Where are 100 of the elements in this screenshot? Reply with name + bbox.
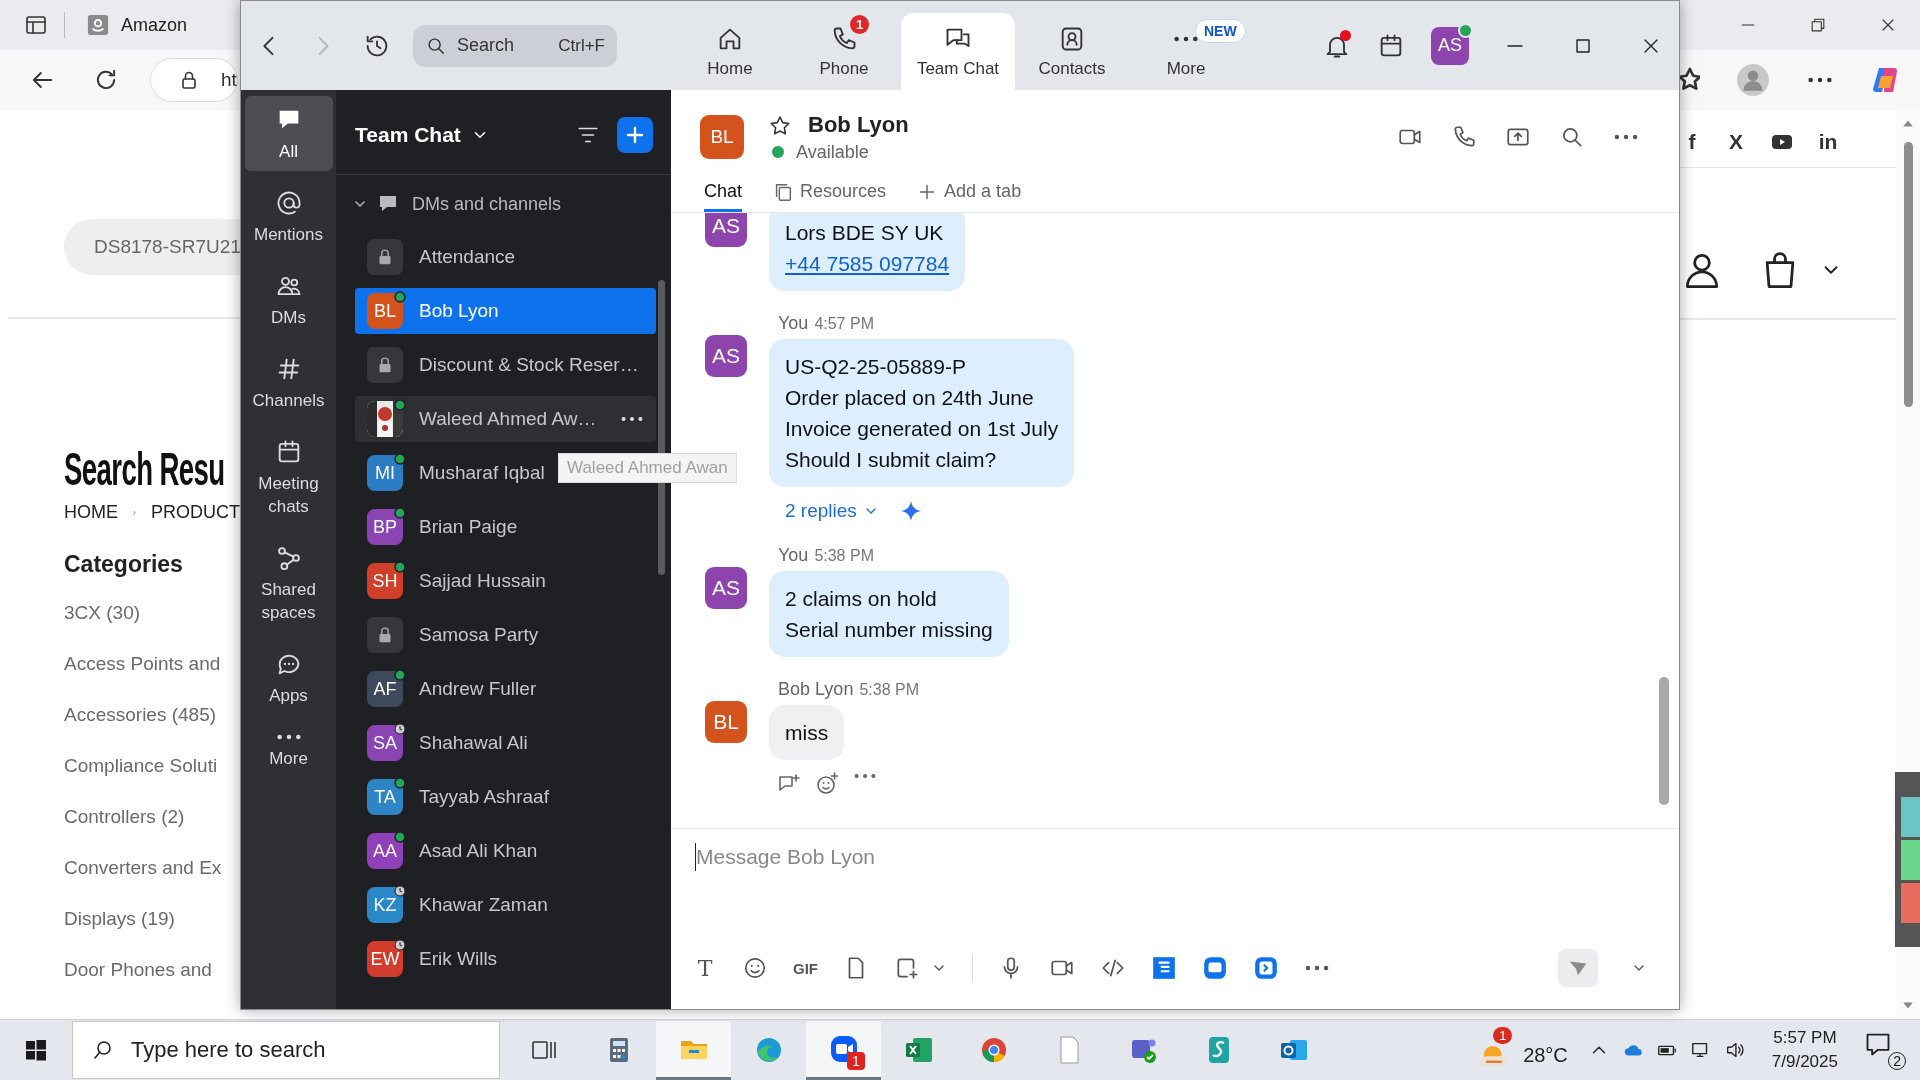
start-icon[interactable]: [24, 1038, 48, 1062]
search-field[interactable]: Search Ctrl+F: [413, 24, 617, 67]
chat-list-item[interactable]: Samosa Party: [355, 612, 656, 658]
chat-list-item[interactable]: Waleed Ahmed Aw…: [355, 396, 656, 442]
chat-list-item[interactable]: SA Shahawal Ali: [355, 720, 656, 766]
add-reaction-icon[interactable]: [815, 772, 839, 796]
nav-tab[interactable]: NEW More: [1129, 13, 1243, 90]
more-icon: [1172, 34, 1200, 43]
section-header[interactable]: DMs and channels: [336, 175, 671, 230]
nav-tab[interactable]: Contacts: [1015, 13, 1129, 90]
avatar: MI: [367, 455, 403, 491]
chat-list-item[interactable]: BP Brian Paige: [355, 504, 656, 550]
gif-button[interactable]: GIF: [793, 959, 818, 977]
category-link[interactable]: Access Points and: [64, 653, 240, 704]
more-icon[interactable]: [1304, 964, 1330, 972]
rail-item[interactable]: Channels: [244, 345, 333, 420]
timestamp: 5:38 PM: [814, 547, 874, 565]
avatar: AS: [705, 567, 747, 609]
star-icon[interactable]: [1678, 67, 1700, 93]
status-text: Available: [796, 141, 869, 163]
category-link[interactable]: Controllers (2): [64, 806, 240, 857]
category-link[interactable]: Converters and Ex: [64, 857, 240, 908]
avatar: BP: [367, 509, 403, 545]
profile-avatar-icon[interactable]: [1736, 63, 1770, 97]
scrollbar-thumb[interactable]: [1659, 677, 1669, 805]
more-icon[interactable]: [1806, 76, 1834, 84]
new-tag: NEW: [1195, 19, 1246, 43]
nav-tab[interactable]: Home: [673, 13, 787, 90]
browser-tab[interactable]: Amazon: [77, 6, 198, 44]
avatar: AF: [367, 671, 403, 707]
breadcrumb-link[interactable]: HOME: [64, 502, 118, 523]
list-app-icon[interactable]: [1151, 955, 1177, 981]
phone-icon[interactable]: [1451, 124, 1477, 150]
rail-item[interactable]: DMs: [244, 262, 333, 337]
social-link[interactable]: f: [1682, 130, 1702, 154]
chat-list-item[interactable]: Attendance: [355, 234, 656, 280]
chat-list-item[interactable]: BL Bob Lyon: [355, 288, 656, 334]
sender-name: You: [778, 313, 809, 334]
sidebar-icon[interactable]: [24, 13, 48, 37]
chat-list-item[interactable]: TA Tayyab Ashraaf: [355, 774, 656, 820]
message-input[interactable]: Message Bob Lyon: [671, 829, 1679, 939]
category-link[interactable]: Compliance Soluti: [64, 755, 240, 806]
sender-name: Bob Lyon: [778, 679, 854, 700]
chat-list-item[interactable]: KZ Khawar Zaman: [355, 882, 656, 928]
rail-item[interactable]: Apps: [244, 640, 333, 715]
replies-link[interactable]: 2 replies: [785, 500, 879, 522]
category-link[interactable]: Door Phones and: [64, 959, 240, 1010]
nav-tab[interactable]: Team Chat: [901, 13, 1015, 90]
rail-item[interactable]: Shared spaces: [244, 534, 333, 632]
chat-list-item[interactable]: AA Asad Ali Khan: [355, 828, 656, 874]
phone-link[interactable]: +44 7585 097784: [785, 248, 950, 279]
panel-title[interactable]: Team Chat: [355, 123, 461, 147]
new-chat-button[interactable]: [617, 117, 653, 153]
send-button[interactable]: [1558, 949, 1598, 987]
clock[interactable]: 5:57 PM 7/9/2025: [1771, 1026, 1838, 1074]
scroll-up-icon[interactable]: [1902, 118, 1914, 128]
page-heading: Search Resu: [64, 442, 225, 496]
notification-count: 2: [1888, 1052, 1906, 1070]
chat-tab[interactable]: Resources: [772, 174, 887, 212]
side-widget[interactable]: [1895, 772, 1920, 947]
category-link[interactable]: 3CX (30): [64, 602, 240, 653]
notification-badge: 1: [847, 1051, 865, 1070]
chat-list-item[interactable]: Discount & Stock Reser…: [355, 342, 656, 388]
sender-name: You: [778, 545, 809, 566]
notification-center-button[interactable]: 2: [1864, 1030, 1906, 1070]
rail-item[interactable]: All: [244, 96, 333, 171]
taskbar-button[interactable]: [656, 1020, 731, 1080]
emoji-icon[interactable]: [742, 955, 768, 981]
scroll-down-icon[interactable]: [1902, 1001, 1914, 1011]
breadcrumb-link[interactable]: PRODUCT: [151, 502, 240, 523]
chat-list-item[interactable]: SH Sajjad Hussain: [355, 558, 656, 604]
add-tab-button[interactable]: Add a tab: [916, 174, 1022, 212]
more-icon[interactable]: [620, 415, 644, 423]
social-link[interactable]: X: [1726, 130, 1746, 154]
rail-item[interactable]: Mentions: [244, 179, 333, 254]
address-field[interactable]: ht: [150, 58, 238, 102]
taskbar-button[interactable]: 1: [806, 1020, 881, 1080]
weather-widget[interactable]: 1 28°C: [1477, 1027, 1568, 1073]
social-link[interactable]: in: [1818, 130, 1838, 154]
category-link[interactable]: Displays (19): [64, 908, 240, 959]
timestamp: 5:38 PM: [859, 681, 919, 699]
chat-list-item[interactable]: AF Andrew Fuller: [355, 666, 656, 712]
avatar: AA: [367, 833, 403, 869]
taskbar-search-field[interactable]: Type here to search: [72, 1021, 500, 1079]
more-icon[interactable]: [853, 772, 877, 780]
screenshot-icon[interactable]: [894, 955, 920, 981]
rail-item[interactable]: Meeting chats: [244, 428, 333, 526]
user-avatar[interactable]: AS: [1431, 26, 1469, 65]
more-icon[interactable]: [1613, 133, 1639, 141]
chat-list-item[interactable]: EW Erik Wills: [355, 936, 656, 982]
search-field[interactable]: DS8178-SR7U21: [64, 219, 240, 275]
contact-name: Bob Lyon: [808, 111, 909, 138]
star-icon[interactable]: [768, 114, 792, 138]
nav-tab[interactable]: Phone 1: [787, 13, 901, 90]
chat-app-icon[interactable]: [1202, 955, 1228, 981]
play-app-icon[interactable]: [1253, 955, 1279, 981]
format-button[interactable]: T: [693, 955, 717, 981]
rail-item[interactable]: More: [244, 723, 333, 778]
category-link[interactable]: Accessories (485): [64, 704, 240, 755]
scrollbar-thumb[interactable]: [1903, 142, 1913, 407]
